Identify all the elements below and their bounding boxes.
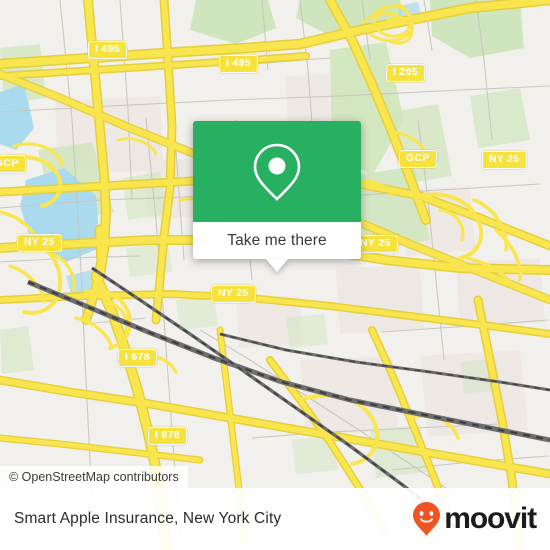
location-popup-card[interactable]: Take me there bbox=[193, 121, 361, 272]
highway-shield: GCP bbox=[399, 150, 437, 168]
highway-shield: I 495 bbox=[88, 41, 127, 59]
highway-shield: I 495 bbox=[219, 55, 258, 73]
moovit-logo[interactable]: moovit bbox=[412, 501, 537, 537]
highway-shield: I 678 bbox=[118, 349, 157, 367]
moovit-wordmark: moovit bbox=[444, 502, 537, 535]
popup-footer[interactable]: Take me there bbox=[193, 222, 361, 259]
take-me-there-label: Take me there bbox=[227, 231, 327, 249]
highway-shield: I 295 bbox=[386, 64, 425, 82]
map-pin-icon bbox=[253, 143, 301, 201]
footer-bar: Smart Apple Insurance, New York City moo… bbox=[0, 488, 550, 550]
highway-shield: GCP bbox=[0, 155, 26, 173]
moovit-smiley-pin-icon bbox=[413, 502, 441, 536]
highway-shield: NY 25 bbox=[17, 234, 62, 252]
map-screenshot: I 495 I 495 I 295 GCP GCP NY 25 NY 25 NY… bbox=[0, 0, 550, 550]
popup-pointer-tail bbox=[266, 259, 288, 272]
popup-header bbox=[193, 121, 361, 222]
place-title: Smart Apple Insurance, New York City bbox=[14, 510, 282, 527]
attribution-text: © OpenStreetMap contributors bbox=[9, 470, 179, 484]
highway-shield: I 678 bbox=[148, 427, 187, 445]
highway-shield: NY 25 bbox=[482, 151, 527, 169]
map-attribution[interactable]: © OpenStreetMap contributors bbox=[0, 466, 188, 488]
highway-shield: NY 25 bbox=[211, 285, 256, 303]
